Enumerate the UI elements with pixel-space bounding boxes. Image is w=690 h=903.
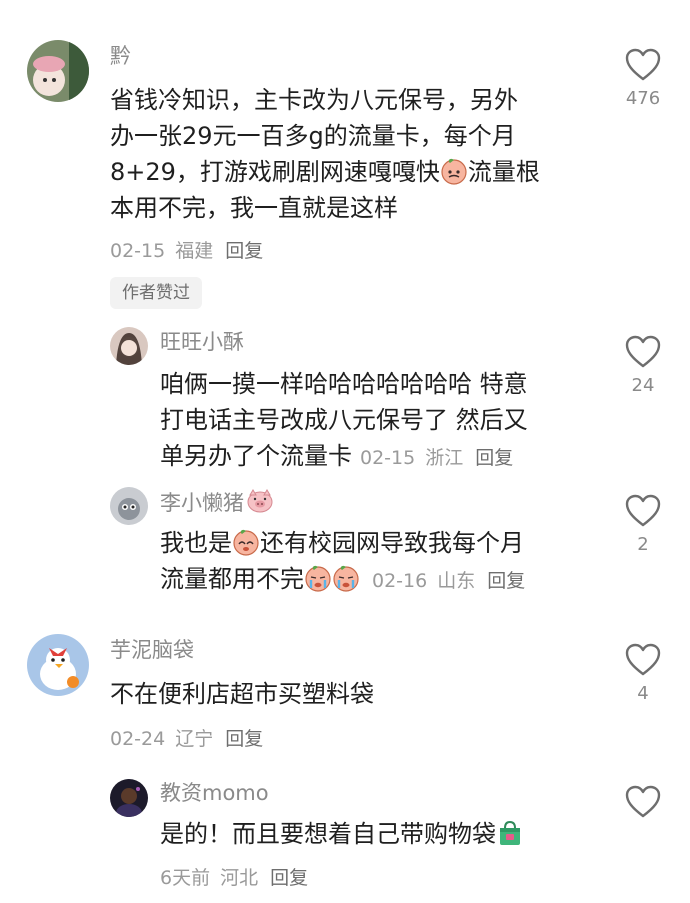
comment-line: 我也是 还有校园网导致我每个月 [160,525,525,561]
like-button[interactable]: 24 [618,335,668,397]
peach-face-emoji [440,157,468,185]
comment-text: 不在便利店超市买塑料袋 [110,676,374,712]
comment-location: 福建 [175,240,214,262]
avatar[interactable] [27,634,89,696]
like-button[interactable]: 4 [618,643,668,705]
author-liked-badge: 作者赞过 [110,277,202,309]
comment-line: 不在便利店超市买塑料袋 [110,680,374,708]
comment-date: 02-16 [372,570,428,592]
reply-button[interactable]: 回复 [225,240,263,262]
reply-button[interactable]: 回复 [487,570,525,592]
heart-outline-icon [625,494,661,527]
comment-line: 本用不完，我一直就是这样 [110,194,398,222]
like-count: 476 [625,88,661,109]
shopping-bag-emoji [496,819,524,847]
username[interactable]: 芋泥脑袋 [110,636,194,664]
username[interactable]: 教资momo [160,779,269,807]
heart-outline-icon [625,643,661,676]
comment-meta: 02-24 辽宁 回复 [110,724,263,751]
comment-location: 辽宁 [175,728,214,750]
comment-line: 省钱冷知识，主卡改为八元保号，另外 [110,86,518,114]
like-count: 2 [637,534,649,555]
comment-location: 山东 [437,570,476,592]
avatar[interactable] [27,40,89,102]
comment-line: 单另办了个流量卡 02-15 浙江 回复 [160,438,528,476]
comment-meta: 6天前 河北 回复 [160,863,308,890]
comment-line-segment: 是的！而且要想着自己带购物袋 [160,820,496,848]
comment-line-segment: 还有校园网导致我每个月 [260,529,524,557]
comment-line: 8+29，打游戏刷剧网速嘎嘎快 流量根 [110,154,540,190]
username[interactable]: 李小懒猪 [160,487,274,517]
heart-outline-icon [625,335,661,368]
avatar[interactable] [110,487,148,525]
like-count: 24 [631,375,655,396]
comment-line-segment: 8+29，打游戏刷剧网速嘎嘎快 [110,158,440,186]
reply-button[interactable]: 回复 [270,867,308,889]
comment-date: 6天前 [160,867,211,889]
reply-button[interactable]: 回复 [475,447,513,469]
comment-line: 流量都用不完 02-16 山东 回复 [160,561,525,599]
heart-outline-icon [625,48,661,81]
comment-line: 咱俩一摸一样哈哈哈哈哈哈哈 特意 [160,370,528,398]
username[interactable]: 旺旺小酥 [160,328,244,356]
username-text[interactable]: 李小懒猪 [160,491,244,515]
comment-text: 是的！而且要想着自己带购物袋 [160,816,524,852]
comment-meta: 02-16 山东 回复 [372,570,525,592]
comment-text: 我也是 还有校园网导致我每个月 流量都用不完 02-16 山东 回复 [160,525,525,599]
peach-crying-emoji [332,564,360,592]
comment-location: 浙江 [425,447,464,469]
comment-location: 河北 [220,867,259,889]
comment-date: 02-15 [360,447,416,469]
peach-crying-emoji [304,564,332,592]
comment-line-segment: 我也是 [160,529,232,557]
comment-line: 是的！而且要想着自己带购物袋 [160,816,524,852]
comment-meta: 02-15 浙江 回复 [360,447,513,469]
like-button[interactable]: 2 [618,494,668,556]
reply-button[interactable]: 回复 [225,728,263,750]
comment-meta: 02-15 福建 回复 [110,236,263,263]
pig-face-emoji [246,487,274,515]
comment-line-segment: 流量都用不完 [160,565,304,593]
comment-date: 02-15 [110,240,166,262]
comment-line-segment: 单另办了个流量卡 [160,442,352,470]
username[interactable]: 黔 [110,42,131,70]
heart-outline-icon [625,785,661,818]
avatar[interactable] [110,779,148,817]
like-button[interactable] [618,785,668,819]
avatar[interactable] [110,327,148,365]
comment-line: 打电话主号改成八元保号了 然后又 [160,406,528,434]
comment-line: 办一张29元一百多g的流量卡，每个月 [110,122,516,150]
comment-date: 02-24 [110,728,166,750]
like-button[interactable]: 476 [618,48,668,110]
comment-text: 省钱冷知识，主卡改为八元保号，另外 办一张29元一百多g的流量卡，每个月 8+2… [110,82,540,226]
comment-text: 咱俩一摸一样哈哈哈哈哈哈哈 特意 打电话主号改成八元保号了 然后又 单另办了个流… [160,366,528,476]
like-count: 4 [637,683,649,704]
peach-face-emoji [232,528,260,556]
comment-line-segment: 流量根 [467,158,540,186]
